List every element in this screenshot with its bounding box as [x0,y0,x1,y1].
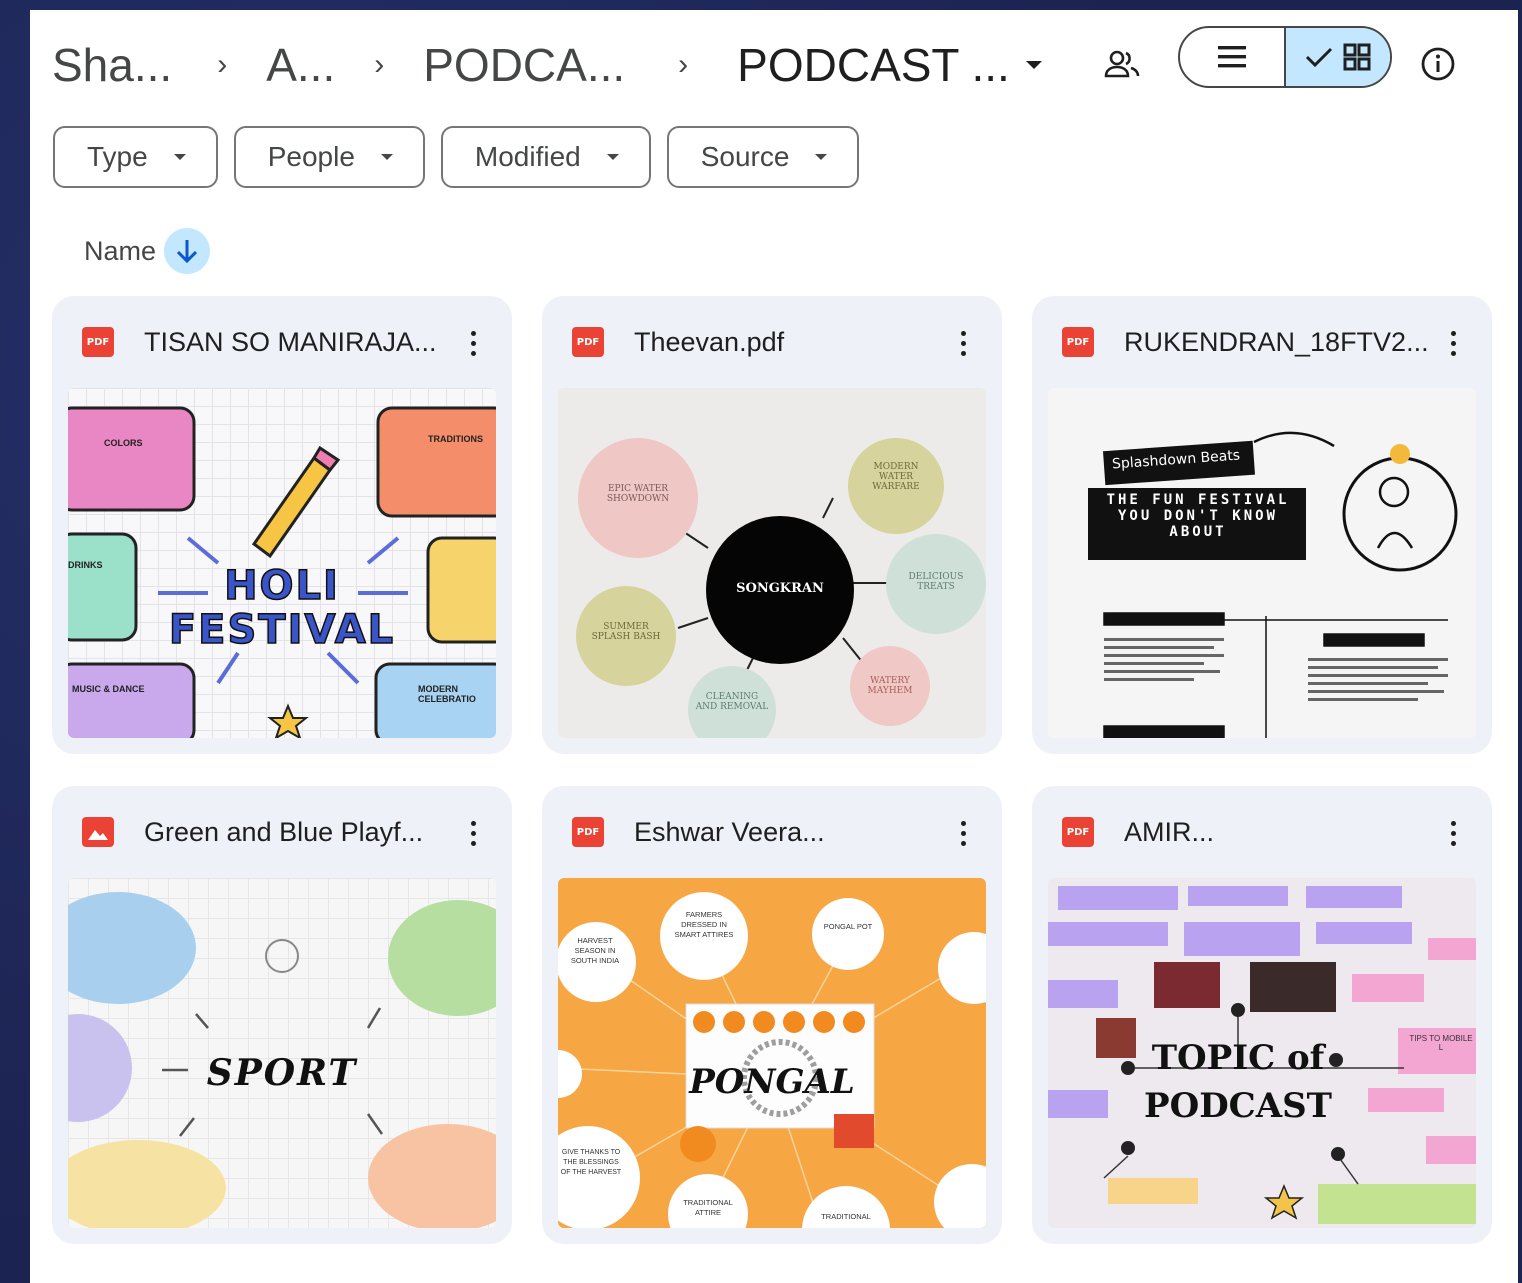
thumbnail-node-label: DELICIOUS TREATS [908,572,964,592]
thumbnail-title: FESTIVAL [168,607,396,653]
more-options-icon[interactable] [456,326,490,360]
file-name: Green and Blue Playf... [144,816,424,847]
more-options-icon[interactable] [946,326,980,360]
more-options-icon[interactable] [946,816,980,850]
file-card[interactable]: PDF TISAN SO MANIRAJA... COLORS TRADITIO… [52,296,512,754]
thumbnail-title: PONGAL [689,1062,855,1102]
info-icon[interactable] [1414,40,1462,88]
file-thumbnail: COLORS TRADITIONS DRINKS MUSIC & DANCE M… [68,388,496,738]
breadcrumb-separator: › [678,48,689,81]
filter-type-chip[interactable]: Type [53,126,218,188]
list-icon [1218,46,1246,68]
file-card[interactable]: PDF Eshwar Veera... PONGAL HARVEST SEASO… [542,786,1002,1244]
filter-label: Modified [474,141,581,172]
thumbnail-node-label: EPIC WATER SHOWDOWN [606,484,670,504]
file-card[interactable]: PDF Theevan.pdf SONGKRAN EPIC WATER SHOW… [542,296,1002,754]
thumbnail-node-label: CLEANING AND REMOVAL [695,692,769,712]
file-card-header: PDF TISAN SO MANIRAJA... [52,296,512,388]
thumbnail-node-label: TRADITIONAL [821,1212,871,1221]
sort-control[interactable]: Name [84,228,211,274]
file-thumbnail: SONGKRAN EPIC WATER SHOWDOWN MODERN WATE… [558,388,986,738]
breadcrumb-item-1[interactable]: Sha... [52,38,172,92]
grid-icon [1343,43,1371,71]
thumbnail-title: HOLI [223,563,340,609]
thumbnail-node-label: GIVE THANKS TO THE BLESSINGS OF THE HARV… [560,1149,622,1176]
breadcrumb-current-folder[interactable]: PODCAST ... [737,38,1010,92]
view-toggle [1178,26,1392,88]
breadcrumb-item-3[interactable]: PODCA... [423,38,625,92]
thumbnail-title: TOPIC of [1151,1038,1325,1078]
grid-view-button[interactable] [1286,28,1390,86]
filter-modified-chip[interactable]: Modified [440,126,651,188]
image-file-icon [82,817,114,847]
people-icon[interactable] [1098,40,1146,88]
filter-label: People [267,141,355,172]
thumbnail-node-label: TRADITIONAL ATTIRE [683,1198,733,1217]
thumbnail-label: COLORS [104,438,143,448]
filter-people-chip[interactable]: People [233,126,425,188]
file-card-header: PDF Eshwar Veera... [542,786,1002,878]
filter-chips: Type People Modified Source [53,126,860,188]
thumbnail-label: MUSIC & DANCE [72,684,145,694]
chevron-down-icon [815,154,828,160]
festival-poster-graphic [1088,431,1458,738]
breadcrumb-item-2[interactable]: A... [266,38,335,92]
file-thumbnail: SPORT [68,878,496,1228]
pdf-file-icon: PDF [82,327,114,357]
breadcrumb: Sha... › A... › PODCA... › PODCAST ... [52,30,1042,100]
drive-panel: Sha... › A... › PODCA... › PODCAST ... T… [30,10,1518,1283]
thumbnail-node-label: FARMERS DRESSED IN SMART ATTIRES [674,910,734,939]
pdf-file-icon: PDF [572,817,604,847]
thumbnail-node-label: MODERN WATER WARFARE [872,462,920,492]
file-card-header: PDF RUKENDRAN_18FTV2... [1032,296,1492,388]
check-icon [1305,47,1333,68]
thumbnail-title: SPORT [206,1052,358,1094]
thumbnail-label: TRADITIONS [428,434,483,444]
thumbnail-node-label: HARVEST SEASON IN SOUTH INDIA [570,936,620,965]
file-card-header: Green and Blue Playf... [52,786,512,878]
chevron-down-icon [606,154,619,160]
thumbnail-node-label: TIPS TO MOBILE L [1409,1034,1473,1052]
arrow-down-icon [176,240,198,264]
thumbnail-node-label: WATERY MAYHEM [867,676,913,696]
thumbnail-node-label: PONGAL POT [823,922,873,931]
file-name: AMIR... [1124,816,1215,847]
filter-label: Type [87,141,148,172]
pdf-file-icon: PDF [1062,327,1094,357]
pdf-file-icon: PDF [1062,817,1094,847]
file-card-header: PDF Theevan.pdf [542,296,1002,388]
breadcrumb-separator: › [374,48,385,81]
file-thumbnail: TOPIC of PODCAST TIPS TO MOBILE L [1048,878,1476,1228]
file-card[interactable]: PDF RUKENDRAN_18FTV2... Splashdown Beats… [1032,296,1492,754]
sort-label: Name [84,235,157,266]
thumbnail-center-label: SONGKRAN [736,581,824,596]
file-card[interactable]: Green and Blue Playf... SPORT [52,786,512,1244]
more-options-icon[interactable] [1436,816,1470,850]
chevron-down-icon [380,154,393,160]
more-options-icon[interactable] [456,816,490,850]
filter-label: Source [700,141,790,172]
file-name: RUKENDRAN_18FTV2... [1124,326,1429,357]
pdf-file-icon: PDF [572,327,604,357]
file-thumbnail: Splashdown Beats THE FUN FESTIVAL YOU DO… [1048,388,1476,738]
file-name: Eshwar Veera... [634,816,825,847]
file-card[interactable]: PDF AMIR... TOPIC of PODCAST TIPS TO MOB… [1032,786,1492,1244]
file-name: TISAN SO MANIRAJA... [144,326,437,357]
file-thumbnail: PONGAL HARVEST SEASON IN SOUTH INDIA FAR… [558,878,986,1228]
filter-source-chip[interactable]: Source [666,126,860,188]
sort-direction-button[interactable] [164,228,211,274]
thumbnail-label: MODERN CELEBRATIO [418,684,476,704]
thumbnail-title: PODCAST [1144,1086,1332,1126]
list-view-button[interactable] [1180,28,1286,86]
file-name: Theevan.pdf [634,326,785,357]
more-options-icon[interactable] [1436,326,1470,360]
folder-menu-chevron-down-icon[interactable] [1025,61,1042,69]
file-card-header: PDF AMIR... [1032,786,1492,878]
thumbnail-headline: THE FUN FESTIVAL YOU DON'T KNOW ABOUT [1106,492,1290,540]
breadcrumb-separator: › [217,48,228,81]
thumbnail-node-label: SUMMER SPLASH BASH [591,622,661,642]
chevron-down-icon [173,154,186,160]
